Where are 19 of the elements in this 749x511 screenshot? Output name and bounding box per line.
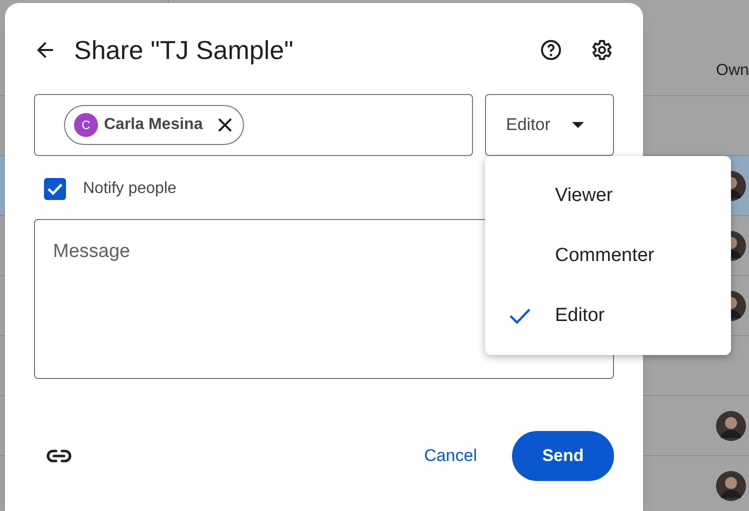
role-dropdown[interactable]: Editor [485,94,614,156]
notify-label: Notify people [83,179,176,199]
recipient-chip[interactable]: C Carla Mesina [64,105,244,145]
recipient-name: Carla Mesina [104,115,203,135]
menu-item[interactable]: Commenter [485,226,731,286]
recipient-avatar: C [74,113,98,137]
link-icon [46,449,72,463]
column-header[interactable]: Own [716,59,749,83]
menu-item[interactable]: Viewer [485,166,731,226]
cancel-button[interactable]: Cancel [406,431,495,481]
close-icon [218,118,232,132]
check-icon [47,183,63,195]
dialog-title: Share "TJ Sample" [74,34,294,66]
people-field[interactable]: C Carla Mesina [34,94,473,156]
caret-icon [572,122,584,128]
send-button[interactable]: Send [512,431,614,481]
menu-item[interactable]: Editor [485,286,731,346]
notify-checkbox[interactable] [44,178,66,200]
help-icon [539,38,563,62]
